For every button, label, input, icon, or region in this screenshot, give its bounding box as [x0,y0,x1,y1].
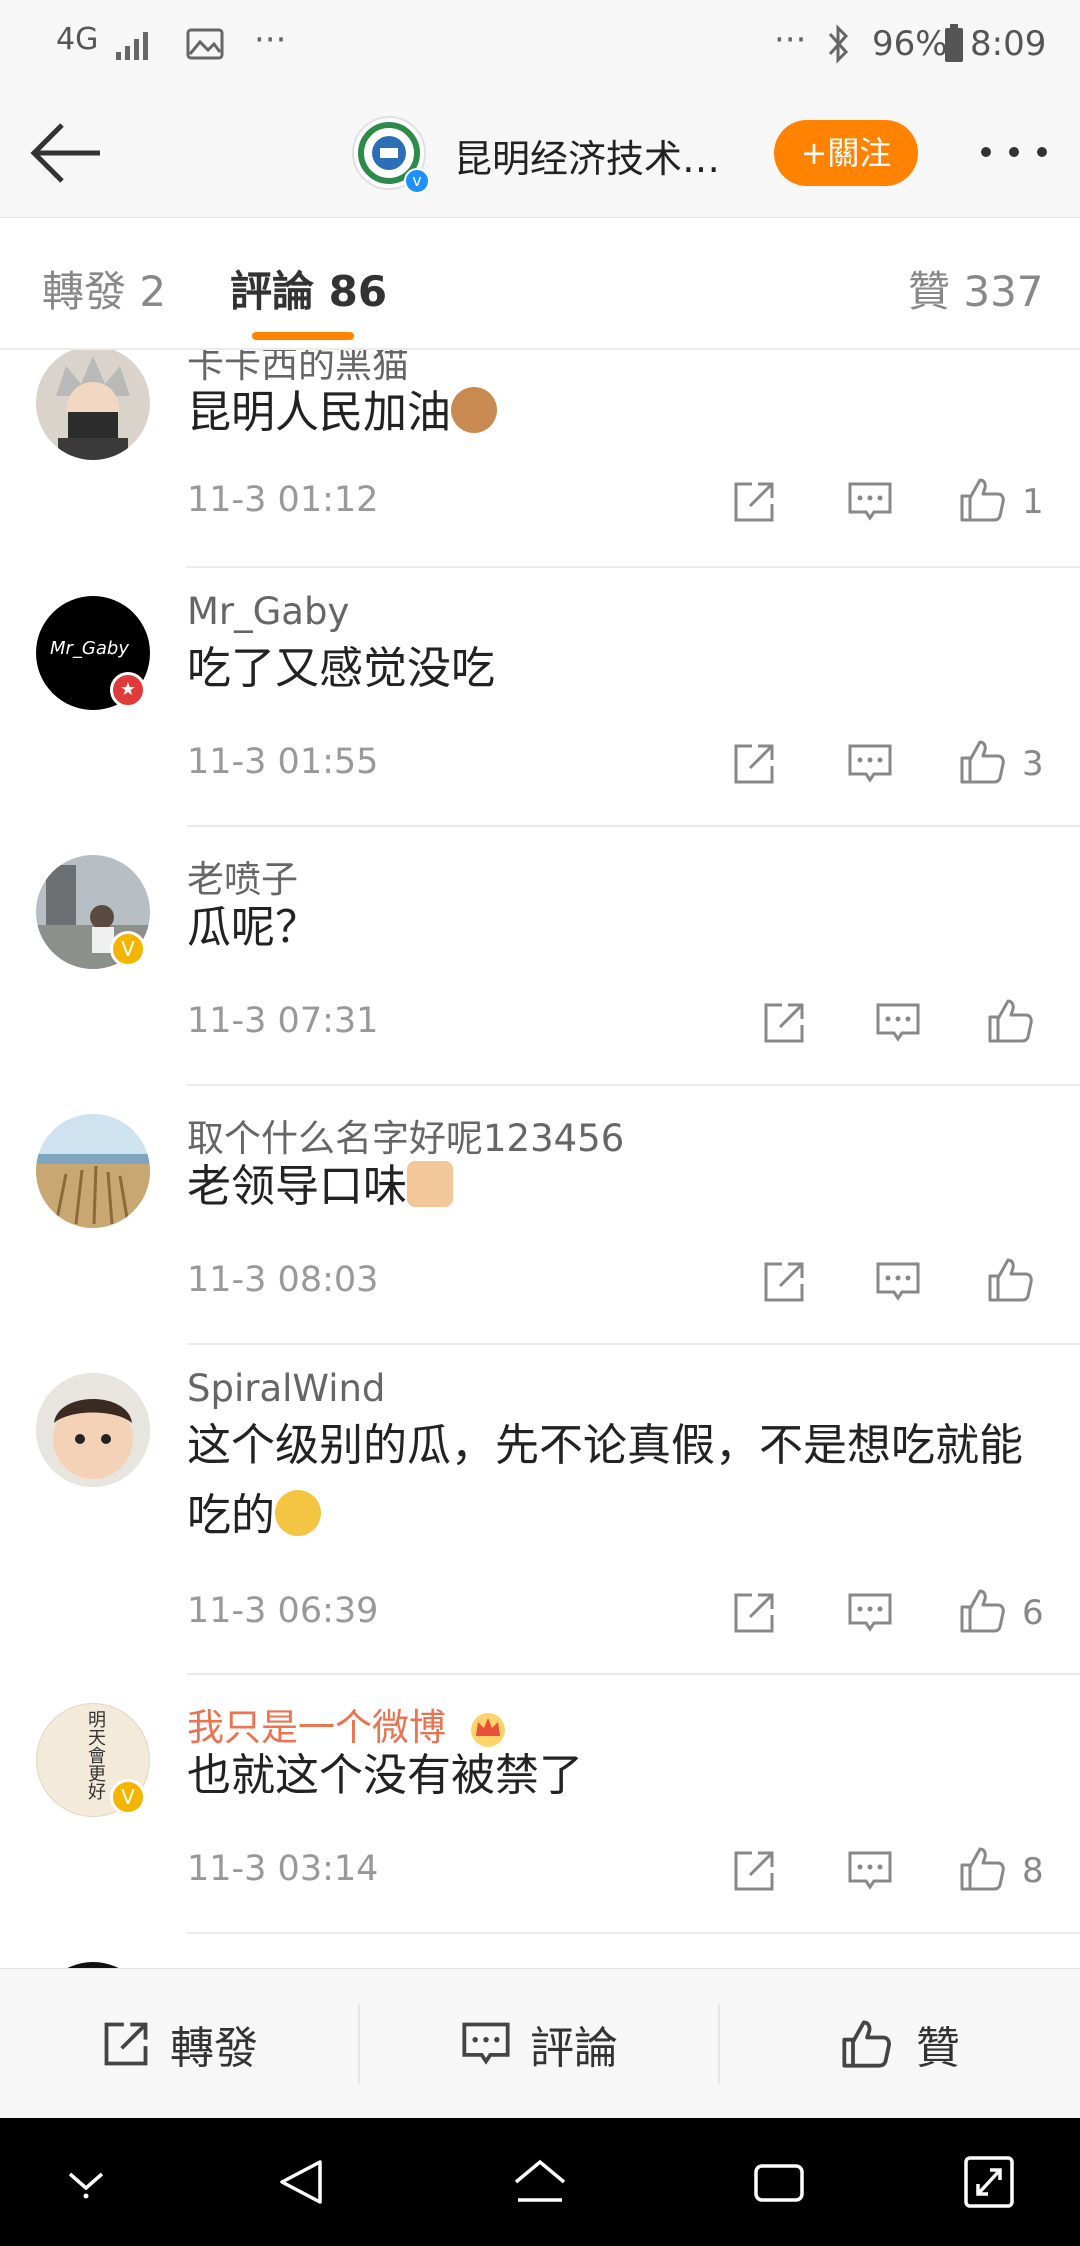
comment-text: 这个级别的瓜，先不论真假，不是想吃就能吃的 [187,1420,1023,1541]
account-avatar[interactable]: v [352,116,430,194]
comment-label: 評論 [530,2023,618,2074]
comment-time: 11-3 08:03 [187,1260,379,1300]
comment-item: V 老喷子 瓜呢？ 11-3 07:31 [0,827,1080,1086]
recent-apps-icon[interactable] [752,2162,806,2204]
comment-icon[interactable] [846,740,894,788]
top-nav-bar: v 昆明经济技术… +關注 [0,90,1080,218]
like-button[interactable]: 贊 [720,1969,1080,2119]
comment-time: 11-3 07:31 [187,1001,379,1041]
back-arrow-icon[interactable] [28,120,106,186]
beach-grass-avatar-image [36,1114,150,1228]
comment-text: 瓜呢？ [187,902,319,953]
avatar[interactable] [36,1373,150,1487]
comment-time: 11-3 06:39 [187,1591,379,1631]
comment-text: 也就这个没有被禁了 [187,1750,583,1801]
image-notification-icon [186,28,224,60]
avatar-signature-text: Mr_Gaby [50,638,129,659]
verified-badge-icon: V [110,1779,146,1815]
comment-icon[interactable] [846,478,894,526]
bluetooth-icon [828,24,849,64]
share-icon [104,2022,148,2066]
clock: 8:09 [970,24,1047,64]
comment-item: SpiralWind 这个级别的瓜，先不论真假，不是想吃就能吃的 11-3 06… [0,1345,1080,1675]
back-nav-icon[interactable] [276,2156,326,2208]
comment-text: 吃了又感觉没吃 [187,643,495,694]
username[interactable]: Mr_Gaby [187,590,349,633]
like-count: 6 [1022,1593,1044,1633]
share-icon[interactable] [730,740,778,788]
member-badge-icon: ★ [110,672,146,708]
like-icon[interactable] [958,476,1006,524]
comment-item [0,1934,1080,1968]
system-navigation-bar [0,2118,1080,2246]
follow-button[interactable]: +關注 [774,120,918,186]
like-count: 3 [1022,744,1044,784]
comment-item: 取个什么名字好呢123456 老领导口味 11-3 08:03 [0,1086,1080,1345]
avatar[interactable] [36,350,150,460]
ninja-avatar-image [56,356,130,460]
comment-time: 11-3 01:55 [187,742,379,782]
comment-icon[interactable] [846,1589,894,1637]
comment-text: 昆明人民加油 [187,378,1057,448]
home-nav-icon[interactable] [510,2156,570,2208]
calligraphy-avatar-text: 明天會更好 [85,1710,106,1800]
like-label: 贊 [916,2023,960,2074]
share-icon[interactable] [730,478,778,526]
battery-percent: 96% [872,24,948,64]
comment-item: 卡卡西的黑猫 昆明人民加油 11-3 01:12 1 [0,350,1080,568]
comment-icon[interactable] [846,1847,894,1895]
thinking-emoji [275,1490,321,1536]
username[interactable]: SpiralWind [187,1367,385,1410]
thumbs-up-emoji [407,1161,453,1207]
share-icon[interactable] [730,1589,778,1637]
comment-time: 11-3 03:14 [187,1849,379,1889]
comment-list: 卡卡西的黑猫 昆明人民加油 11-3 01:12 1 Mr_Gaby ★ Mr_… [0,350,1080,1968]
share-icon[interactable] [760,1258,808,1306]
comment-text: 老领导口味 [187,1152,1057,1222]
like-icon[interactable] [958,738,1006,786]
like-icon[interactable] [958,1845,1006,1893]
child-photo-avatar-image [36,1373,150,1487]
more-status-icon: ··· [774,20,807,60]
like-count: 1 [1022,482,1044,522]
tab-comments[interactable]: 評論 86 [230,258,387,319]
avatar[interactable] [36,1114,150,1228]
repost-label: 轉發 [170,2023,258,2074]
rotate-screen-icon[interactable] [962,2154,1016,2210]
more-icon[interactable] [978,140,1050,164]
status-bar: 4G ··· ··· 96% 8:09 [0,0,1080,90]
network-type: 4G [56,22,99,57]
comment-item: 明天會更好 V 我只是一个微博 也就这个没有被禁了 11-3 03:14 8 [0,1675,1080,1934]
like-count: 8 [1022,1851,1044,1891]
tab-bar: 轉發 2 評論 86 贊 337 [0,218,1080,350]
battery-icon [945,24,963,62]
hide-keyboard-icon[interactable] [64,2164,108,2200]
comment-button[interactable]: 評論 [360,1969,718,2119]
share-icon[interactable] [760,999,808,1047]
repost-button[interactable]: 轉發 [0,1969,358,2119]
like-icon [842,2020,891,2068]
tab-repost[interactable]: 轉發 2 [42,258,166,319]
comment-icon[interactable] [874,1258,922,1306]
signal-icon [116,32,148,60]
more-notifications-icon: ··· [254,20,287,60]
comment-time: 11-3 01:12 [187,480,379,520]
account-name[interactable]: 昆明经济技术… [454,128,720,183]
active-tab-indicator [252,332,354,340]
share-icon[interactable] [730,1847,778,1895]
tab-likes[interactable]: 贊 337 [908,258,1044,319]
like-icon[interactable] [958,1587,1006,1635]
comment-item: Mr_Gaby ★ Mr_Gaby 吃了又感觉没吃 11-3 01:55 3 [0,568,1080,827]
like-icon[interactable] [986,1256,1034,1304]
comment-icon[interactable] [874,999,922,1047]
like-icon[interactable] [986,997,1034,1045]
mouse-face-emoji [451,387,497,433]
verified-badge-icon: V [110,931,146,967]
blue-verified-badge-icon: v [404,168,430,194]
bottom-action-bar: 轉發 評論 贊 [0,1968,1080,2118]
comment-icon [462,2022,510,2065]
